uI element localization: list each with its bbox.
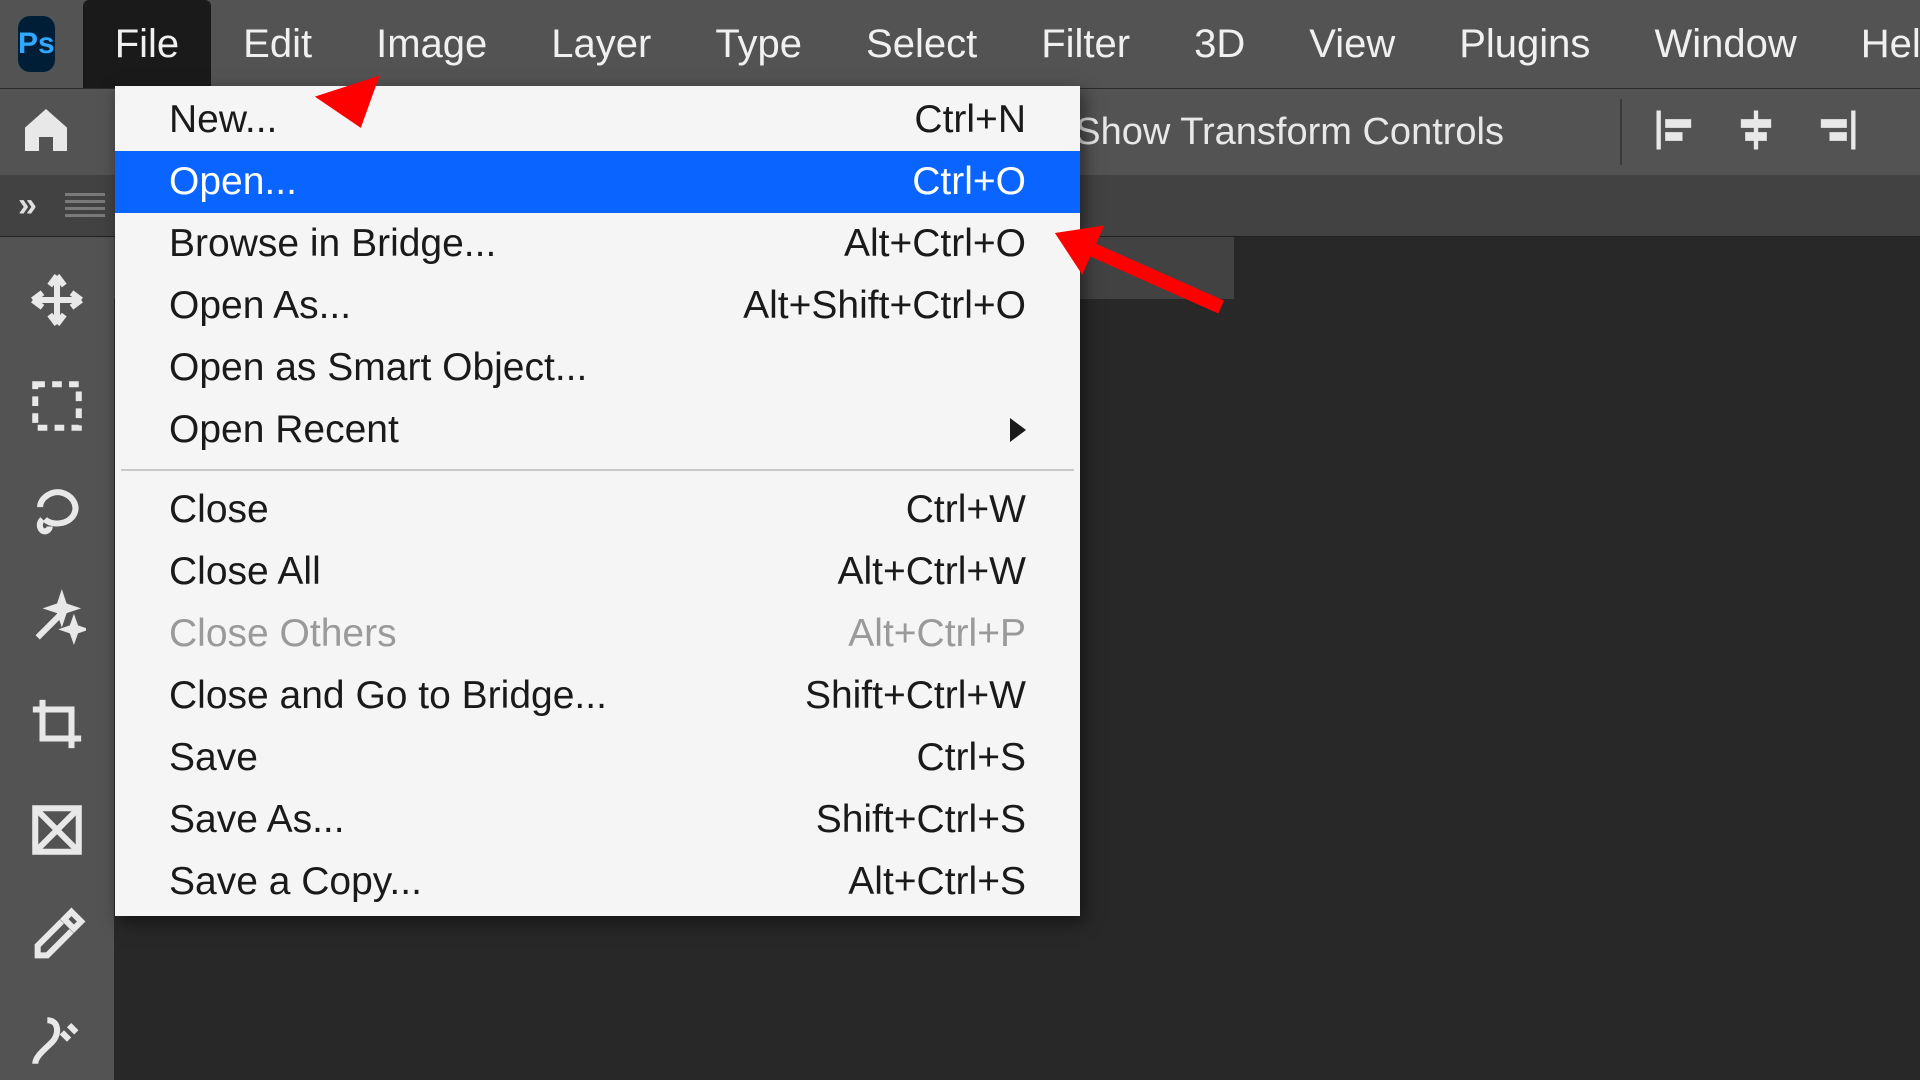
menu-item-label: Close xyxy=(169,488,269,532)
menu-separator xyxy=(121,469,1074,471)
menu-type[interactable]: Type xyxy=(683,0,834,88)
menu-item-close-all[interactable]: Close All Alt+Ctrl+W xyxy=(115,541,1080,603)
menu-item-open-as[interactable]: Open As... Alt+Shift+Ctrl+O xyxy=(115,275,1080,337)
tool-strip xyxy=(0,237,114,1080)
menu-item-label: Open As... xyxy=(169,284,351,328)
menu-image[interactable]: Image xyxy=(344,0,519,88)
menu-item-close[interactable]: Close Ctrl+W xyxy=(115,479,1080,541)
menu-item-label: Save xyxy=(169,736,258,780)
magic-wand-tool[interactable] xyxy=(24,585,90,651)
menu-item-label: Close All xyxy=(169,550,321,594)
menu-item-close-others: Close Others Alt+Ctrl+P xyxy=(115,603,1080,665)
menu-file[interactable]: File xyxy=(83,0,211,88)
eyedropper-icon xyxy=(28,907,86,965)
align-left-icon[interactable] xyxy=(1650,104,1702,161)
align-center-icon[interactable] xyxy=(1730,104,1782,161)
menu-item-save[interactable]: Save Ctrl+S xyxy=(115,727,1080,789)
menu-item-close-and-go-to-bridge[interactable]: Close and Go to Bridge... Shift+Ctrl+W xyxy=(115,665,1080,727)
healing-brush-icon xyxy=(28,1013,86,1071)
menu-layer[interactable]: Layer xyxy=(519,0,683,88)
frame-icon xyxy=(28,801,86,859)
menu-item-label: Close Others xyxy=(169,612,397,656)
panel-grip-icon[interactable] xyxy=(65,193,105,219)
expand-tools-icon[interactable]: » xyxy=(18,186,37,225)
menu-select[interactable]: Select xyxy=(834,0,1009,88)
menu-view[interactable]: View xyxy=(1277,0,1427,88)
healing-brush-tool[interactable] xyxy=(24,1009,90,1075)
crop-icon xyxy=(28,695,86,753)
submenu-arrow-icon xyxy=(1010,418,1026,442)
app-logo[interactable]: Ps xyxy=(18,16,55,72)
menu-3d[interactable]: 3D xyxy=(1162,0,1277,88)
menu-item-shortcut: Ctrl+N xyxy=(914,98,1026,142)
menubar: Ps FileEditImageLayerTypeSelectFilter3DV… xyxy=(0,0,1920,88)
menu-item-open-recent[interactable]: Open Recent xyxy=(115,399,1080,461)
move-icon xyxy=(28,271,86,329)
menu-item-label: Open as Smart Object... xyxy=(169,346,587,390)
menu-item-label: Save As... xyxy=(169,798,345,842)
menu-edit[interactable]: Edit xyxy=(211,0,344,88)
menu-help[interactable]: Help xyxy=(1829,0,1920,88)
transform-controls-label: Show Transform Controls xyxy=(1075,111,1504,154)
menu-item-new[interactable]: New... Ctrl+N xyxy=(115,89,1080,151)
eyedropper-tool[interactable] xyxy=(24,903,90,969)
menu-item-shortcut: Shift+Ctrl+W xyxy=(805,674,1026,718)
frame-tool[interactable] xyxy=(24,797,90,863)
marquee-icon xyxy=(28,377,86,435)
lasso-tool[interactable] xyxy=(24,479,90,545)
align-right-icon[interactable] xyxy=(1810,104,1862,161)
menu-item-label: Close and Go to Bridge... xyxy=(169,674,607,718)
menu-item-shortcut: Shift+Ctrl+S xyxy=(816,798,1026,842)
menu-plugins[interactable]: Plugins xyxy=(1427,0,1622,88)
lasso-icon xyxy=(28,483,86,541)
menu-item-shortcut: Alt+Ctrl+S xyxy=(848,860,1026,904)
menu-item-save-a-copy[interactable]: Save a Copy... Alt+Ctrl+S xyxy=(115,851,1080,913)
menu-item-shortcut: Alt+Ctrl+W xyxy=(837,550,1026,594)
menu-item-save-as[interactable]: Save As... Shift+Ctrl+S xyxy=(115,789,1080,851)
menu-item-shortcut: Alt+Ctrl+O xyxy=(844,222,1026,266)
file-menu-dropdown: New... Ctrl+N Open... Ctrl+O Browse in Bridg… xyxy=(115,86,1080,916)
move-tool[interactable] xyxy=(24,267,90,333)
menu-filter[interactable]: Filter xyxy=(1009,0,1162,88)
menu-item-label: Open Recent xyxy=(169,408,399,452)
menu-item-open[interactable]: Open... Ctrl+O xyxy=(115,151,1080,213)
menu-item-label: Browse in Bridge... xyxy=(169,222,496,266)
home-icon[interactable] xyxy=(18,102,74,163)
menu-window[interactable]: Window xyxy=(1622,0,1828,88)
crop-tool[interactable] xyxy=(24,691,90,757)
menu-item-label: Open... xyxy=(169,160,297,204)
marquee-tool[interactable] xyxy=(24,373,90,439)
menu-item-open-as-smart-object[interactable]: Open as Smart Object... xyxy=(115,337,1080,399)
menu-item-shortcut: Ctrl+S xyxy=(917,736,1026,780)
divider xyxy=(1620,99,1622,165)
menu-item-shortcut: Ctrl+O xyxy=(912,160,1026,204)
menu-item-label: Save a Copy... xyxy=(169,860,422,904)
menu-item-label: New... xyxy=(169,98,277,142)
menu-item-shortcut: Alt+Shift+Ctrl+O xyxy=(743,284,1026,328)
menu-item-shortcut: Alt+Ctrl+P xyxy=(848,612,1026,656)
magic-wand-icon xyxy=(28,589,86,647)
menu-item-shortcut: Ctrl+W xyxy=(906,488,1026,532)
menu-item-browse-in-bridge[interactable]: Browse in Bridge... Alt+Ctrl+O xyxy=(115,213,1080,275)
